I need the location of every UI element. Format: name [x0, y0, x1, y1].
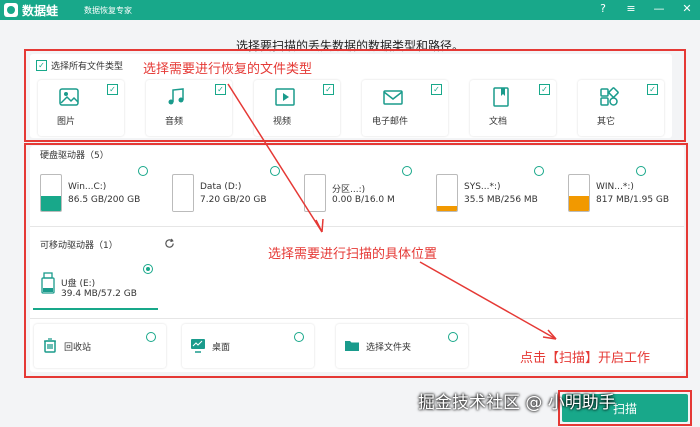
annotation-scan: 点击【扫描】开启工作 [520, 351, 651, 366]
minimize-icon[interactable]: — [652, 2, 666, 15]
annotation-file-types: 选择需要进行恢复的文件类型 [143, 62, 313, 77]
close-icon[interactable]: ✕ [680, 2, 694, 15]
menu-icon[interactable]: ≡ [624, 2, 638, 15]
file-type-highlight-box [24, 49, 686, 142]
app-subtitle: 数据恢复专家 [84, 6, 132, 15]
watermark-text: 掘金技术社区 @ 小明助手 [418, 393, 616, 413]
app-logo-icon [4, 3, 18, 17]
title-bar: 数据蛙 数据恢复专家 ? ≡ — ✕ [0, 0, 700, 20]
help-icon[interactable]: ? [596, 2, 610, 15]
app-name: 数据蛙 [22, 4, 59, 18]
annotation-location: 选择需要进行扫描的具体位置 [268, 247, 438, 262]
